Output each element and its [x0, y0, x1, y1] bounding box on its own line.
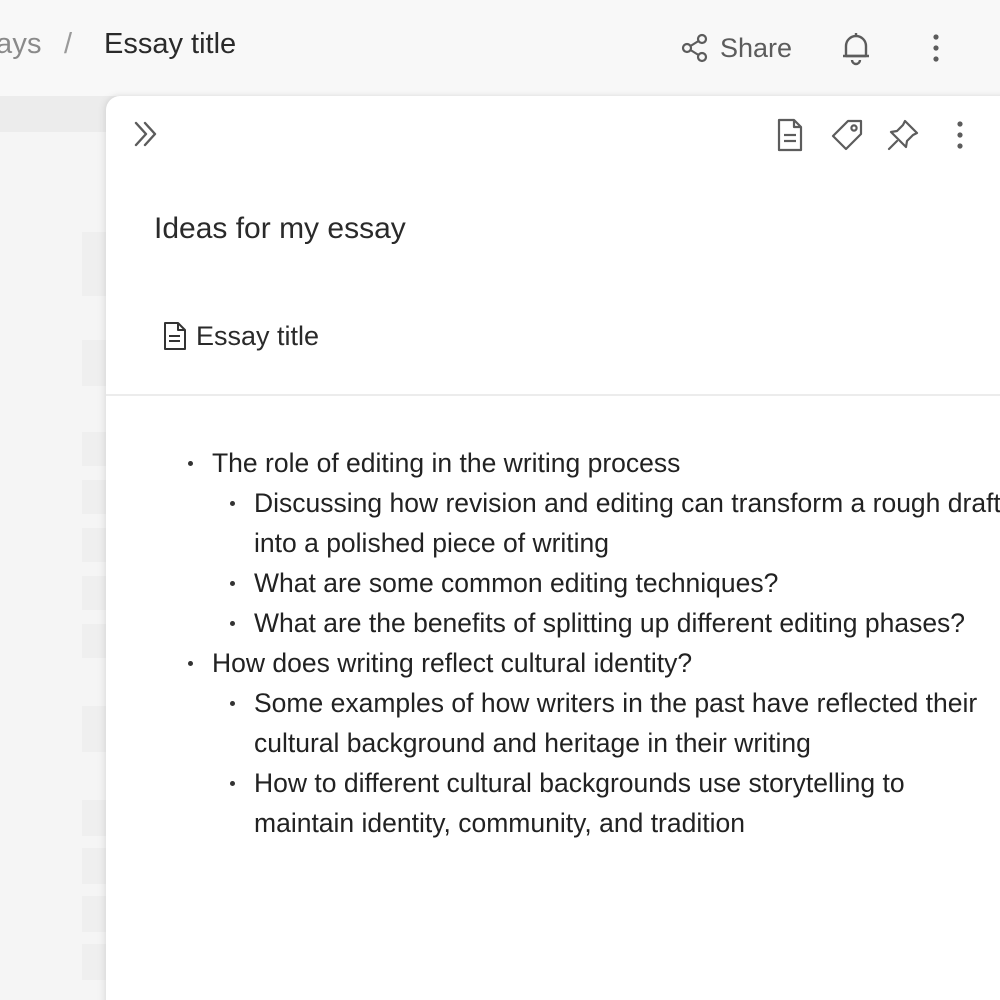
note-body[interactable]: The role of editing in the writing proce…: [184, 443, 1000, 843]
pin-button[interactable]: [886, 118, 920, 157]
list-item: How does writing reflect cultural identi…: [184, 643, 1000, 683]
breadcrumb-current: Essay title: [104, 28, 237, 60]
panel-more-options-button[interactable]: [946, 118, 974, 157]
breadcrumb-separator: /: [64, 28, 73, 60]
top-bar: ays / Essay title Share: [0, 0, 1000, 96]
linked-document-chip[interactable]: Essay title: [162, 318, 319, 354]
list-item: How to different cultural backgrounds us…: [184, 763, 1000, 843]
collapse-panel-icon: [134, 121, 157, 147]
more-vertical-icon: [957, 121, 963, 149]
notifications-button[interactable]: [838, 30, 874, 71]
note-title[interactable]: Ideas for my essay: [154, 212, 406, 246]
list-item-text: What are some common editing techniques?: [254, 568, 779, 598]
background-toolbar: [0, 96, 120, 132]
list-item-text: The role of editing in the writing proce…: [212, 448, 681, 478]
list-item: Discussing how revision and editing can …: [184, 483, 1000, 563]
share-label: Share: [720, 32, 793, 63]
linked-document-label: Essay title: [196, 320, 320, 351]
list-item-text: Some examples of how writers in the past…: [254, 688, 978, 758]
list-item-text: How does writing reflect cultural identi…: [212, 648, 693, 678]
list-item: What are some common editing techniques?: [184, 563, 1000, 603]
tag-button[interactable]: [830, 118, 864, 157]
document-icon: [164, 322, 186, 350]
pin-icon: [887, 119, 919, 151]
share-button[interactable]: Share: [680, 28, 792, 68]
list-item-text: What are the benefits of splitting up di…: [254, 608, 966, 638]
panel-divider: [106, 394, 1000, 396]
list-item: The role of editing in the writing proce…: [184, 443, 1000, 483]
tag-icon: [831, 119, 863, 151]
list-item-text: Discussing how revision and editing can …: [254, 488, 1000, 558]
more-options-button[interactable]: [922, 30, 950, 71]
document-icon: [777, 118, 803, 152]
list-item: Some examples of how writers in the past…: [184, 683, 1000, 763]
more-vertical-icon: [933, 34, 939, 62]
document-button[interactable]: [774, 118, 806, 157]
share-icon: [681, 33, 708, 63]
notes-app: ays / Essay title Share Ideas for my ess…: [0, 0, 1000, 1000]
bell-icon: [843, 33, 869, 66]
breadcrumb-previous[interactable]: ays: [0, 28, 42, 61]
collapse-panel-button[interactable]: [130, 118, 162, 155]
list-item-text: How to different cultural backgrounds us…: [254, 768, 905, 838]
list-item: What are the benefits of splitting up di…: [184, 603, 1000, 643]
